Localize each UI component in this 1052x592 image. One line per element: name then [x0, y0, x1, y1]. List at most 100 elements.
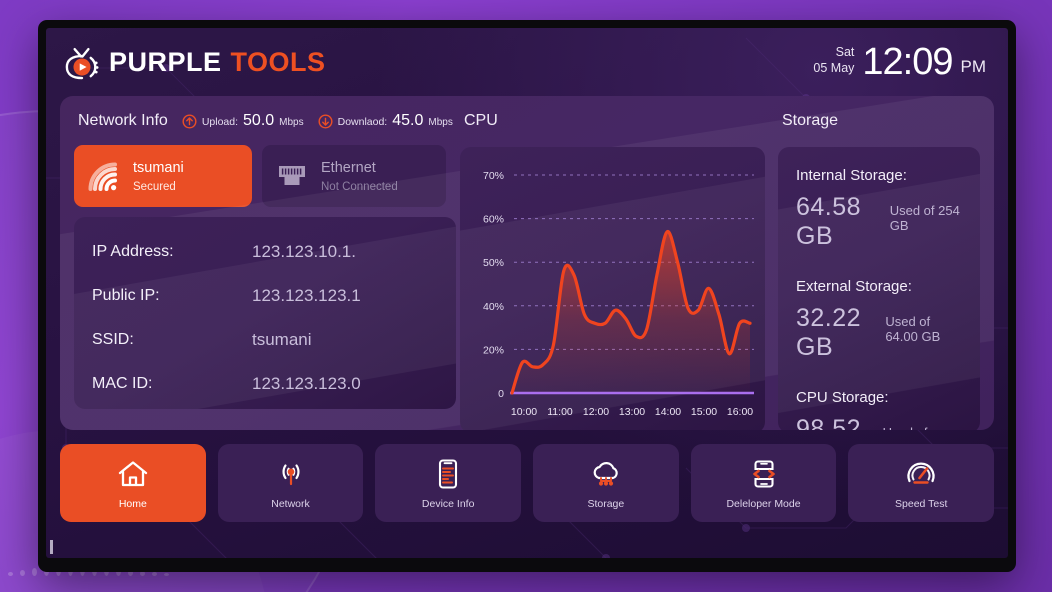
app-logo[interactable]: PURPLE TOOLS [60, 40, 326, 84]
detail-key: SSID: [92, 330, 134, 348]
chart-xtick-label: 15:00 [691, 406, 717, 418]
screen-indicator [50, 540, 53, 554]
tv-play-logo-icon [65, 47, 99, 80]
clock-ampm: PM [960, 57, 987, 76]
network-detail-row: IP Address: 123.123.10.1. [92, 231, 438, 272]
cpu-chart-card: 70% 60% 50% 40% 20% 0 10:00 11:00 12:00 13:00 14:0… [460, 147, 765, 430]
nav-item-network[interactable]: Network [217, 444, 364, 522]
cpu-header: CPU [460, 108, 765, 134]
cpu-title: CPU [464, 112, 498, 129]
clock-date: 05 May [813, 61, 855, 75]
chart-area-fill [512, 231, 750, 393]
storage-label: Internal Storage: [796, 167, 907, 184]
storage-used: 98.52 GB [796, 415, 862, 430]
chart-xtick-label: 10:00 [511, 406, 537, 418]
storage-item-cpu: CPU Storage: 98.52 GB Used of 164.00 GB [796, 389, 962, 430]
phone-code-icon [752, 459, 775, 488]
clock: Sat 05 May 12:09 PM [813, 43, 986, 81]
network-detail-row: Public IP: 123.123.123.1 [92, 275, 438, 316]
ethernet-port-icon [279, 166, 305, 185]
download-value: 45.0 [392, 112, 424, 129]
detail-key: MAC ID: [92, 374, 153, 392]
chart-xtick-label: 14:00 [655, 406, 681, 418]
chart-ytick-label: 50% [483, 257, 504, 269]
connection-status: Secured [133, 180, 176, 193]
upload-arrow-icon [182, 113, 197, 129]
download-unit: Mbps [428, 117, 453, 128]
wifi-signal-icon [88, 162, 117, 191]
connection-name: tsumani [133, 159, 184, 176]
nav-item-developer-mode[interactable]: Deleloper Mode [690, 444, 837, 522]
phone-info-icon [439, 458, 458, 489]
chart-xtick-label: 16:00 [727, 406, 753, 418]
broadcast-antenna-icon [282, 463, 299, 485]
network-detail-row: MAC ID: 123.123.123.0 [92, 363, 438, 404]
top-bar: PURPLE TOOLS Sat 05 May 12:09 PM [46, 28, 1008, 96]
network-details-list: IP Address: 123.123.10.1. Public IP: 123… [74, 217, 456, 409]
nav-label: Storage [587, 497, 625, 510]
brand-primary: PURPLE [109, 46, 222, 77]
detail-value: 123.123.10.1. [252, 241, 356, 261]
download-arrow-icon [318, 113, 333, 129]
detail-key: IP Address: [92, 242, 174, 260]
connection-card-wifi[interactable]: tsumani Secured [74, 145, 252, 207]
connection-status: Not Connected [321, 180, 398, 193]
cloud-storage-icon [593, 461, 618, 486]
storage-card: Internal Storage: 64.58 GB Used of 254 G… [778, 147, 980, 430]
storage-capacity: Used of 254 GB [889, 203, 960, 233]
network-info-title: Network Info [78, 112, 168, 129]
brand-secondary: TOOLS [230, 46, 326, 77]
speedometer-icon [907, 462, 935, 484]
network-info-header: Network Info Upload: 50.0 Mbps Downlaod:… [74, 108, 456, 134]
download-rate: Downlaod: 45.0 Mbps [318, 112, 453, 130]
nav-item-storage[interactable]: Storage [533, 444, 679, 522]
chart-xtick-label: 13:00 [619, 406, 645, 418]
chart-ytick-label: 20% [483, 344, 504, 356]
detail-value: tsumani [252, 329, 312, 349]
chart-ytick-label: 0 [498, 388, 504, 400]
storage-capacity: Used of 164.00 GB [883, 425, 962, 430]
chart-xtick-label: 12:00 [583, 406, 609, 418]
storage-section: Storage Internal Storage: 64.58 GB Used … [778, 108, 980, 430]
nav-item-device-info[interactable]: Device Info [375, 444, 522, 522]
upload-unit: Mbps [279, 117, 304, 128]
nav-label: Home [118, 497, 147, 510]
connection-card-ethernet[interactable]: Ethernet Not Connected [262, 145, 446, 207]
main-panel: Network Info Upload: 50.0 Mbps Downlaod:… [60, 96, 994, 430]
cpu-usage-chart[interactable]: 70% 60% 50% 40% 20% 0 10:00 11:00 12:00 13:00 14:0… [460, 147, 765, 430]
storage-item-internal: Internal Storage: 64.58 GB Used of 254 G… [796, 167, 962, 251]
upload-value: 50.0 [243, 112, 275, 129]
bottom-navigation: Home Network Device Info Storage Delelop… [60, 444, 995, 522]
chart-xtick-label: 11:00 [547, 406, 573, 418]
network-detail-row: SSID: tsumani [92, 319, 438, 360]
storage-label: External Storage: [796, 278, 912, 295]
storage-title: Storage [782, 112, 839, 129]
connection-name: Ethernet [321, 159, 376, 176]
cpu-section: CPU 70% 60% 50% 40% 20% 0 10:00 11:00 12:00 13:00… [460, 108, 765, 430]
storage-used: 32.22 GB [796, 304, 862, 361]
app-screen: PURPLE TOOLS Sat 05 May 12:09 PM Network… [46, 28, 1008, 558]
nav-label: Device Info [421, 497, 475, 510]
nav-item-home[interactable]: Home [60, 444, 206, 522]
nav-label: Deleloper Mode [726, 497, 801, 510]
chart-ytick-label: 60% [483, 214, 504, 226]
storage-item-external: External Storage: 32.22 GB Used of 64.00… [796, 278, 962, 362]
home-icon [118, 460, 147, 486]
nav-item-speed-test[interactable]: Speed Test [848, 444, 995, 522]
nav-label: Network [271, 497, 310, 510]
download-label: Downlaod: [337, 116, 388, 128]
detail-key: Public IP: [92, 286, 160, 304]
chart-ytick-label: 70% [483, 170, 504, 182]
clock-time: 12:09 [862, 41, 953, 83]
storage-used: 64.58 GB [796, 193, 862, 250]
nav-label: Speed Test [895, 497, 948, 510]
storage-label: CPU Storage: [796, 389, 889, 406]
detail-value: 123.123.123.0 [252, 373, 361, 393]
clock-weekday: Sat [835, 45, 855, 60]
device-frame: PURPLE TOOLS Sat 05 May 12:09 PM Network… [38, 20, 1016, 572]
upload-rate: Upload: 50.0 Mbps [182, 112, 304, 130]
storage-capacity: Used of 64.00 GB [885, 314, 941, 344]
chart-ytick-label: 40% [483, 301, 504, 313]
upload-label: Upload: [201, 116, 239, 128]
storage-header: Storage [778, 108, 980, 134]
